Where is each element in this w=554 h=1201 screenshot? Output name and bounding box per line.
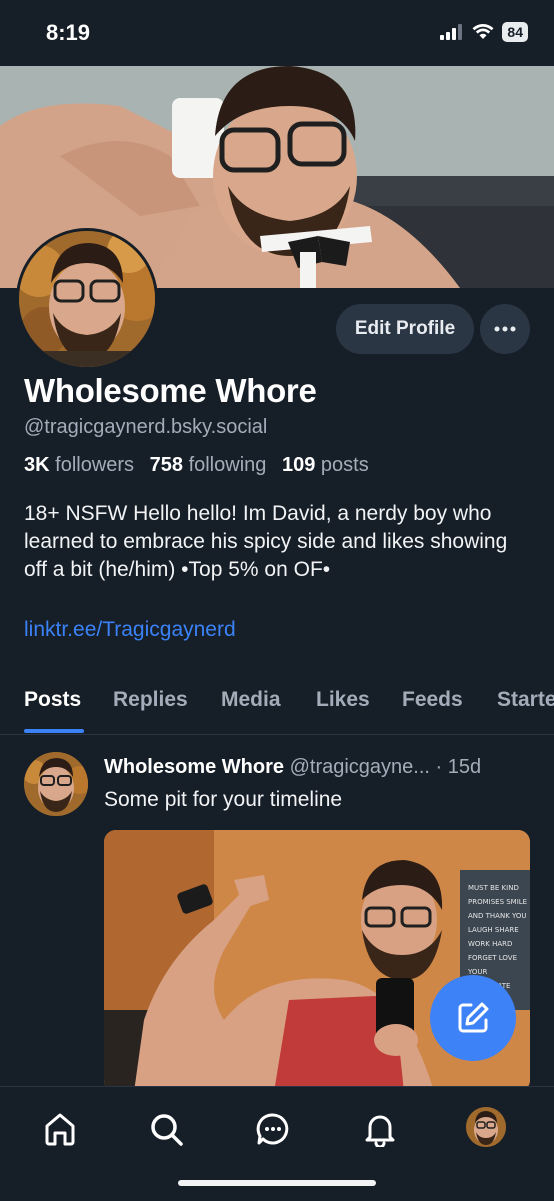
- status-time: 8:19: [46, 20, 91, 45]
- active-tab-indicator: [24, 729, 84, 733]
- profile-avatar[interactable]: [16, 228, 158, 370]
- home-icon: [45, 1113, 75, 1146]
- ellipsis-icon: [494, 326, 516, 332]
- posts-label: posts: [320, 454, 369, 476]
- following-stat[interactable]: 758 following: [150, 454, 267, 476]
- edit-profile-button[interactable]: Edit Profile: [336, 304, 474, 354]
- compose-post-button[interactable]: [430, 975, 516, 1061]
- poster-line-2: PROMISES SMILE: [468, 898, 527, 906]
- tab-media[interactable]: Media: [221, 688, 281, 712]
- more-options-button[interactable]: [480, 304, 530, 354]
- posts-count: 109: [281, 454, 316, 476]
- profile-handle: @tragicgaynerd.bsky.social: [24, 416, 268, 438]
- poster-line-5: WORK HARD: [468, 940, 512, 948]
- tab-replies[interactable]: Replies: [113, 688, 188, 712]
- following-count: 758: [149, 454, 183, 476]
- post-text: Some pit for your timeline: [104, 788, 343, 811]
- tab-likes[interactable]: Likes: [316, 688, 370, 712]
- profile-tabs: Posts Replies Media Likes Feeds Starter: [0, 670, 554, 735]
- nav-avatar-photo: [466, 1107, 506, 1147]
- followers-count: 3K: [24, 454, 50, 476]
- post-author-avatar[interactable]: [24, 752, 88, 816]
- nav-notifications-button[interactable]: [360, 1109, 400, 1149]
- tab-posts[interactable]: Posts: [24, 688, 81, 712]
- compose-icon: [458, 1002, 489, 1033]
- nav-profile-avatar[interactable]: [466, 1107, 506, 1147]
- nav-home-button[interactable]: [40, 1109, 80, 1149]
- post-author-handle[interactable]: @tragicgayne...: [290, 756, 430, 778]
- chat-icon: [256, 1113, 289, 1145]
- status-icons: 84: [440, 22, 528, 42]
- poster-line-6: FORGET LOVE: [468, 954, 517, 962]
- search-icon: [151, 1114, 183, 1146]
- battery-indicator: 84: [502, 22, 528, 42]
- poster-line-3: AND THANK YOU: [468, 912, 527, 920]
- home-indicator[interactable]: [178, 1180, 376, 1186]
- tab-starter[interactable]: Starter: [497, 688, 554, 712]
- posts-stat: 109 posts: [282, 454, 369, 476]
- post-time: · 15d: [435, 756, 482, 778]
- tab-feeds[interactable]: Feeds: [402, 688, 463, 712]
- profile-link[interactable]: linktr.ee/Tragicgaynerd: [24, 618, 236, 642]
- poster-line-4: LAUGH SHARE: [468, 926, 519, 934]
- avatar-photo: [19, 231, 155, 367]
- post-avatar-photo: [24, 752, 88, 816]
- following-label: following: [188, 454, 267, 476]
- nav-search-button[interactable]: [146, 1109, 186, 1149]
- signal-icon: [440, 24, 463, 40]
- nav-chat-button[interactable]: [253, 1109, 293, 1149]
- profile-display-name: Wholesome Whore: [24, 372, 317, 409]
- followers-stat[interactable]: 3K followers: [24, 454, 134, 476]
- bell-icon: [365, 1115, 395, 1147]
- followers-label: followers: [55, 454, 135, 476]
- profile-bio: 18+ NSFW Hello hello! Im David, a nerdy …: [24, 502, 508, 581]
- profile-stats: 3K followers 758 following 109 posts: [24, 454, 379, 477]
- poster-line-1: MUST BE KIND: [468, 884, 519, 892]
- status-bar: 8:19 84: [0, 0, 554, 66]
- post-author-name[interactable]: Wholesome Whore: [104, 756, 284, 778]
- post-header: Wholesome Whore @tragicgayne... · 15d: [104, 756, 481, 779]
- wifi-icon: [472, 24, 494, 39]
